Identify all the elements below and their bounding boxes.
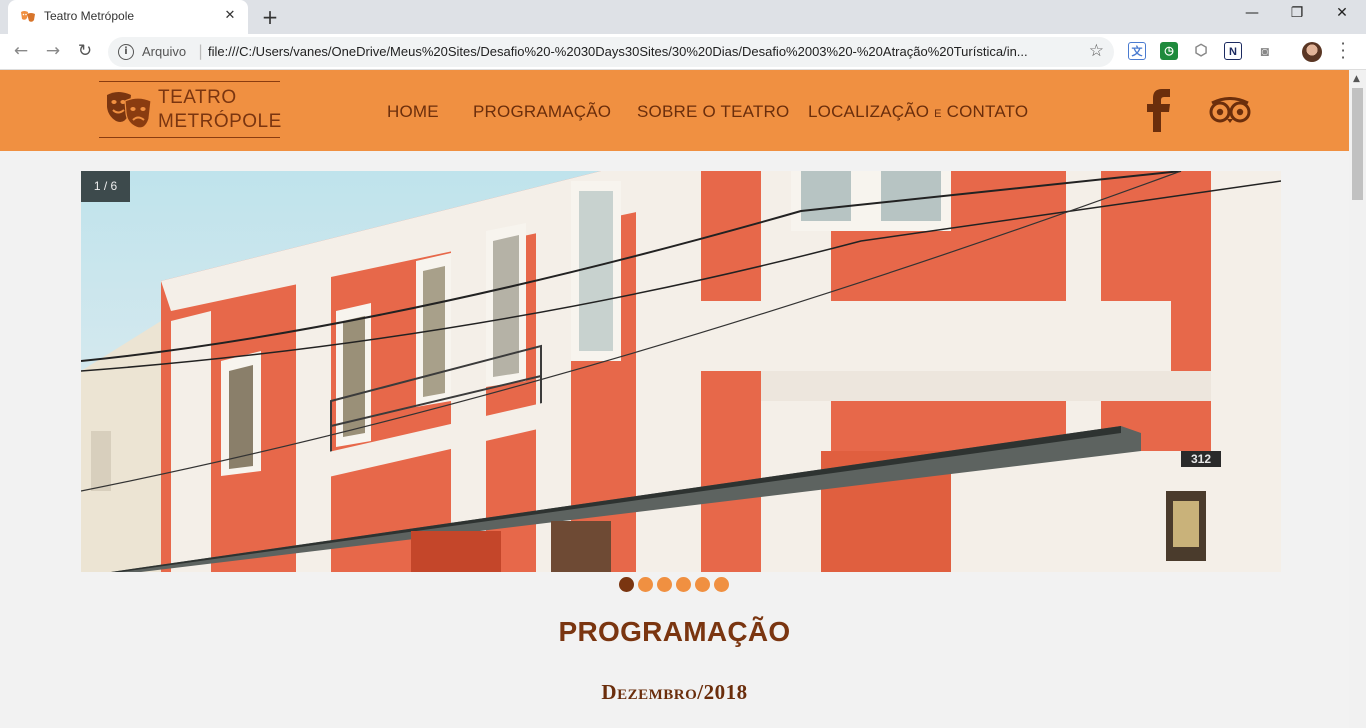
image-slider[interactable]: 312 1 / 6 xyxy=(81,171,1281,572)
browser-menu-icon[interactable]: · · · xyxy=(1336,36,1350,66)
nav-home[interactable]: HOME xyxy=(387,102,439,122)
url-text[interactable]: file:///C:/Users/vanes/OneDrive/Meus%20S… xyxy=(208,44,1078,59)
slider-dot-6[interactable] xyxy=(714,577,729,592)
bookmark-star-icon[interactable]: ☆ xyxy=(1089,41,1104,61)
browser-toolbar: ← → ↻ i Arquivo | file:///C:/Users/vanes… xyxy=(0,34,1366,70)
month-heading: Dezembro/2018 xyxy=(601,680,748,704)
nav-programacao[interactable]: PROGRAMAÇÃO xyxy=(473,102,611,122)
slider-dot-3[interactable] xyxy=(657,577,672,592)
nav-e-label: E xyxy=(934,108,942,120)
site-logo[interactable]: TEATRO METRÓPOLE xyxy=(99,81,282,138)
camera-icon[interactable]: ◙ xyxy=(1256,42,1274,60)
tab-close-icon[interactable]: ✕ xyxy=(222,8,238,23)
nav-localizacao-label: LOCALIZAÇÃO xyxy=(808,102,930,121)
browser-tab[interactable]: Teatro Metrópole ✕ xyxy=(8,0,248,34)
slider-dot-4[interactable] xyxy=(676,577,691,592)
slider-dot-5[interactable] xyxy=(695,577,710,592)
facebook-icon[interactable] xyxy=(1146,88,1172,132)
info-icon[interactable]: i xyxy=(118,44,134,60)
slider-dot-2[interactable] xyxy=(638,577,653,592)
tripadvisor-icon[interactable] xyxy=(1208,97,1252,123)
scroll-up-arrow-icon[interactable]: ▲ xyxy=(1353,74,1360,84)
nav-sobre-o-teatro[interactable]: SOBRE O TEATRO xyxy=(637,102,789,122)
section-title: PROGRAMAÇÃO xyxy=(558,616,791,647)
new-tab-button[interactable]: + xyxy=(260,5,280,29)
slide-counter: 1 / 6 xyxy=(81,171,130,202)
notion-icon[interactable]: N xyxy=(1224,42,1242,60)
site-header: TEATRO METRÓPOLE HOME PROGRAMAÇÃO SOBRE … xyxy=(0,70,1349,151)
scrollbar-thumb[interactable] xyxy=(1352,88,1363,200)
nav-contato-label: CONTATO xyxy=(946,102,1029,121)
shield-icon[interactable]: ⬡ xyxy=(1192,42,1210,60)
clock-icon[interactable]: ◷ xyxy=(1160,42,1178,60)
tab-title: Teatro Metrópole xyxy=(44,9,135,23)
url-scheme-label: Arquivo xyxy=(142,44,187,59)
theater-masks-icon xyxy=(21,11,35,22)
tab-strip: Teatro Metrópole ✕ + — ❐ ✕ xyxy=(0,0,1366,34)
logo-line-1: TEATRO xyxy=(158,87,237,108)
building-number: 312 xyxy=(1191,452,1211,466)
minimize-button[interactable]: — xyxy=(1232,5,1272,21)
nav-localizacao-contato[interactable]: LOCALIZAÇÃO E CONTATO xyxy=(808,102,1028,122)
back-arrow-icon[interactable]: ← xyxy=(10,41,32,61)
translate-icon[interactable]: 文 xyxy=(1128,42,1146,60)
forward-arrow-icon[interactable]: → xyxy=(42,41,64,61)
slider-dot-1[interactable] xyxy=(619,577,634,592)
address-bar[interactable]: i Arquivo | file:///C:/Users/vanes/OneDr… xyxy=(108,37,1114,67)
url-separator: | xyxy=(198,42,204,60)
slide-image: 312 xyxy=(81,171,1281,572)
reload-icon[interactable]: ↻ xyxy=(74,41,96,61)
close-window-button[interactable]: ✕ xyxy=(1322,5,1362,21)
page-viewport: TEATRO METRÓPOLE HOME PROGRAMAÇÃO SOBRE … xyxy=(0,70,1349,728)
profile-avatar[interactable] xyxy=(1302,42,1322,62)
logo-line-2: METRÓPOLE xyxy=(158,111,282,132)
theater-masks-logo-icon xyxy=(107,92,152,129)
maximize-button[interactable]: ❐ xyxy=(1277,5,1317,21)
page-scrollbar[interactable]: ▲ xyxy=(1349,70,1366,728)
